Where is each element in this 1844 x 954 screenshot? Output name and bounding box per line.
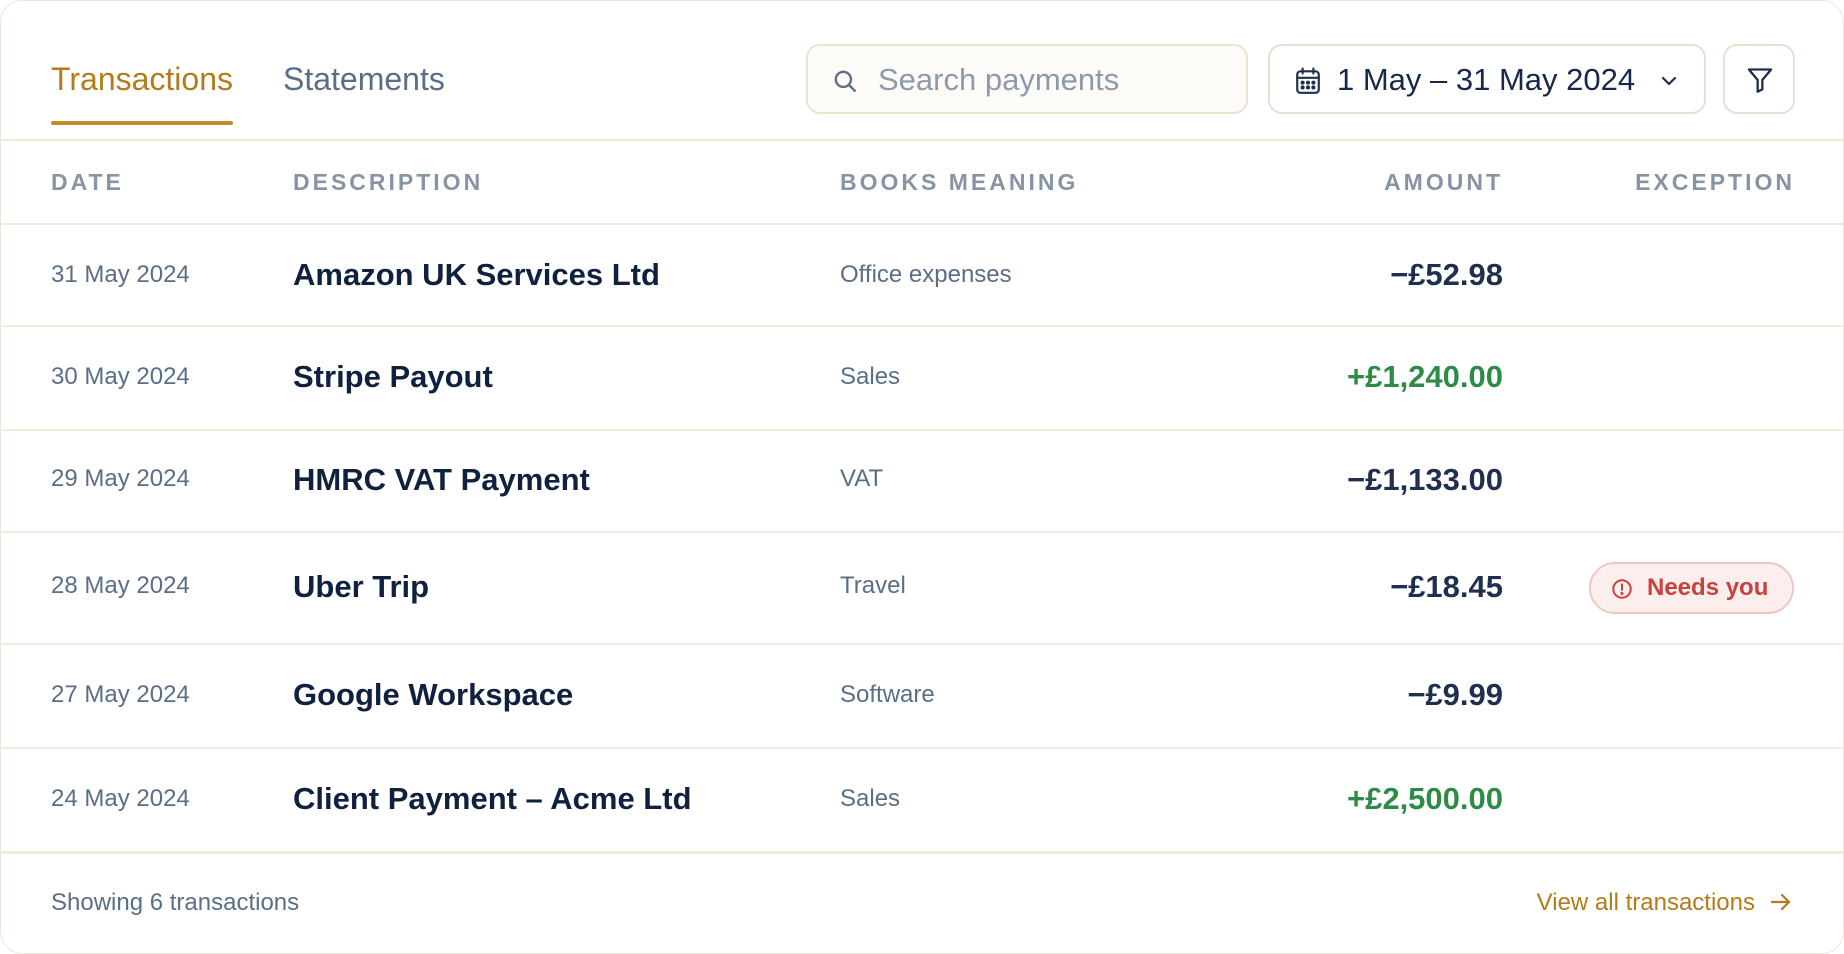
transaction-amount: +£1,240.00 xyxy=(1346,359,1503,394)
card-header: Transactions Statements 1 May xyxy=(1,1,1843,141)
search-input[interactable] xyxy=(876,56,1240,104)
transaction-description: Stripe Payout xyxy=(293,359,493,394)
table-header: DATE DESCRIPTION BOOKS MEANING AMOUNT EX… xyxy=(1,141,1843,225)
transaction-amount: −£18.45 xyxy=(1390,569,1503,604)
books-meaning: VAT xyxy=(840,465,884,492)
column-header-date[interactable]: DATE xyxy=(51,167,124,197)
transaction-description: Uber Trip xyxy=(293,569,430,604)
books-meaning: Sales xyxy=(840,785,901,812)
table-row[interactable]: 29 May 2024 HMRC VAT Payment VAT −£1,133… xyxy=(1,431,1843,533)
transaction-amount: −£52.98 xyxy=(1390,257,1503,292)
transactions-card: Transactions Statements 1 May xyxy=(0,0,1844,954)
books-meaning: Office expenses xyxy=(840,261,1012,288)
filter-button[interactable] xyxy=(1723,44,1795,114)
tab-transactions[interactable]: Transactions xyxy=(51,59,233,125)
books-meaning: Software xyxy=(840,681,935,708)
transaction-amount: −£1,133.00 xyxy=(1346,462,1503,497)
transaction-date: 30 May 2024 xyxy=(51,363,190,390)
books-meaning: Sales xyxy=(840,363,901,390)
table-row[interactable]: 30 May 2024 Stripe Payout Sales +£1,240.… xyxy=(1,327,1843,431)
column-header-books-meaning[interactable]: BOOKS MEANING xyxy=(840,167,1078,197)
transaction-description: Client Payment – Acme Ltd xyxy=(293,781,692,816)
transaction-date: 27 May 2024 xyxy=(51,681,190,708)
view-all-transactions-link[interactable]: View all transactions xyxy=(1537,887,1793,919)
search-icon xyxy=(834,70,856,92)
alert-circle-icon xyxy=(1612,579,1632,599)
filter-icon xyxy=(1747,68,1773,93)
transaction-amount: +£2,500.00 xyxy=(1346,781,1503,816)
view-all-label: View all transactions xyxy=(1536,889,1755,916)
tab-statements[interactable]: Statements xyxy=(283,59,445,99)
calendar-icon xyxy=(1296,67,1320,94)
transaction-description: HMRC VAT Payment xyxy=(293,462,590,497)
transaction-description: Google Workspace xyxy=(293,677,574,712)
arrow-right-icon xyxy=(1770,893,1791,911)
transaction-date: 28 May 2024 xyxy=(51,572,190,599)
table-row[interactable]: 31 May 2024 Amazon UK Services Ltd Offic… xyxy=(1,225,1843,327)
table-footer: Showing 6 transactions View all transact… xyxy=(1,851,1843,953)
chevron-down-icon xyxy=(1661,76,1677,86)
date-range-label: 1 May – 31 May 2024 xyxy=(1337,62,1636,97)
transaction-date: 29 May 2024 xyxy=(51,465,190,492)
exception-badge-label: Needs you xyxy=(1647,574,1769,601)
column-header-exception[interactable]: EXCEPTION xyxy=(1635,167,1795,197)
transaction-date: 31 May 2024 xyxy=(51,261,190,288)
books-meaning: Travel xyxy=(840,572,906,599)
date-range-picker[interactable]: 1 May – 31 May 2024 xyxy=(1268,44,1706,114)
column-header-description[interactable]: DESCRIPTION xyxy=(293,167,483,197)
transaction-count: Showing 6 transactions xyxy=(51,889,300,916)
table-row[interactable]: 24 May 2024 Client Payment – Acme Ltd Sa… xyxy=(1,749,1843,849)
table-row[interactable]: 28 May 2024 Uber Trip Travel −£18.45 Nee… xyxy=(1,533,1843,645)
transaction-amount: −£9.99 xyxy=(1407,677,1503,712)
search-box[interactable] xyxy=(806,44,1248,114)
transaction-date: 24 May 2024 xyxy=(51,785,190,812)
column-header-amount[interactable]: AMOUNT xyxy=(1384,167,1503,197)
exception-badge[interactable]: Needs you xyxy=(1589,562,1794,614)
transaction-description: Amazon UK Services Ltd xyxy=(293,257,660,292)
table-row[interactable]: 27 May 2024 Google Workspace Software −£… xyxy=(1,645,1843,749)
